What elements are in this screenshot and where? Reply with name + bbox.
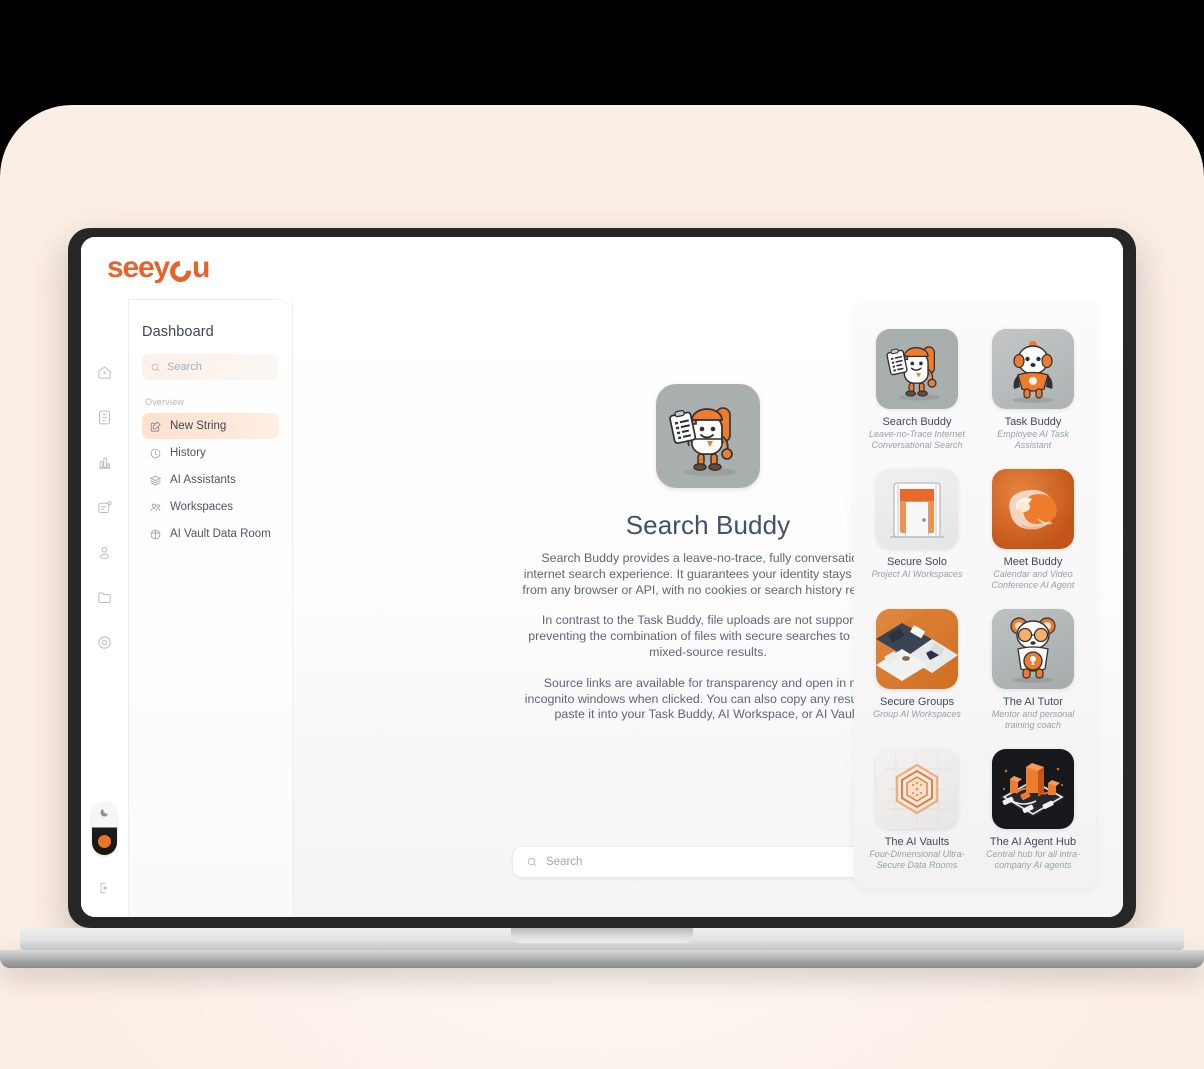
secure-groups-thumb-icon bbox=[876, 609, 958, 689]
app-card-name: Meet Buddy bbox=[1003, 556, 1063, 568]
sidebar-item-label: History bbox=[170, 447, 206, 459]
sidebar-item-history[interactable]: History bbox=[142, 440, 279, 466]
apps-grid: Search Buddy Leave-no-Trace Internet Con… bbox=[868, 329, 1082, 871]
main-search-placeholder: Search bbox=[546, 856, 583, 868]
hero-paragraph-1: Search Buddy provides a leave-no-trace, … bbox=[522, 551, 894, 597]
apps-panel: Search Buddy Leave-no-Trace Internet Con… bbox=[854, 301, 1096, 889]
ai-vaults-thumb-icon bbox=[876, 749, 958, 829]
app-card-name: Task Buddy bbox=[1004, 416, 1062, 428]
app-card-task-buddy[interactable]: Task Buddy Employee AI Task Assistant bbox=[984, 329, 1082, 451]
ai-tutor-thumb-icon bbox=[992, 609, 1074, 689]
edit-square-icon bbox=[149, 420, 162, 433]
meet-buddy-thumb-icon bbox=[992, 469, 1074, 549]
moon-icon bbox=[99, 807, 110, 818]
app-body: Dashboard Search Overview New String His… bbox=[81, 299, 1123, 917]
app-card-ai-tutor[interactable]: The AI Tutor Mentor and personal trainin… bbox=[984, 609, 1082, 731]
clock-icon bbox=[149, 447, 162, 460]
icon-rail bbox=[81, 299, 128, 917]
sidebar-item-workspaces[interactable]: Workspaces bbox=[142, 494, 279, 520]
sidebar-search-placeholder: Search bbox=[167, 361, 202, 373]
app-card-secure-solo[interactable]: Secure Solo Project AI Workspaces bbox=[868, 469, 966, 591]
brand-logo[interactable]: seey u bbox=[107, 251, 210, 286]
theme-toggle[interactable] bbox=[92, 802, 117, 855]
app-card-search-buddy[interactable]: Search Buddy Leave-no-Trace Internet Con… bbox=[868, 329, 966, 451]
sidebar-item-ai-vault-data-room[interactable]: AI Vault Data Room bbox=[142, 521, 279, 547]
screenshot-stage: seey u Dashboard Search Overview New Str… bbox=[0, 0, 1204, 1069]
laptop-screen: seey u Dashboard Search Overview New Str… bbox=[81, 237, 1123, 917]
brand-logo-text-1: seey bbox=[107, 251, 170, 284]
sidebar-item-ai-assistants[interactable]: AI Assistants bbox=[142, 467, 279, 493]
people-icon bbox=[149, 501, 162, 514]
page-title: Dashboard bbox=[142, 324, 214, 340]
app-card-meet-buddy[interactable]: Meet Buddy Calendar and Video Conference… bbox=[984, 469, 1082, 591]
app-card-name: The AI Vaults bbox=[884, 836, 950, 848]
logout-icon[interactable] bbox=[94, 877, 116, 899]
analytics-icon[interactable] bbox=[92, 449, 118, 475]
layers-icon bbox=[149, 474, 162, 487]
dashboard-sidebar: Dashboard Search Overview New String His… bbox=[128, 299, 292, 917]
target-icon[interactable] bbox=[92, 629, 118, 655]
app-card-name: The AI Tutor bbox=[1003, 696, 1063, 708]
hero-paragraph-3: Source links are available for transpare… bbox=[524, 675, 892, 722]
task-buddy-thumb-icon bbox=[992, 329, 1074, 409]
app-card-name: Secure Groups bbox=[880, 696, 954, 708]
folder-icon[interactable] bbox=[92, 584, 118, 610]
app-card-desc: Calendar and Video Conference AI Agent bbox=[991, 569, 1075, 590]
app-card-desc: Project AI Workspaces bbox=[871, 569, 963, 579]
search-buddy-mascot-icon bbox=[656, 384, 760, 488]
ai-agent-hub-thumb-icon bbox=[992, 749, 1074, 829]
app-card-ai-vaults[interactable]: The AI Vaults Four-Dimensional Ultra-Sec… bbox=[868, 749, 966, 871]
document-icon[interactable] bbox=[92, 404, 118, 430]
sidebar-item-label: AI Vault Data Room bbox=[170, 528, 271, 540]
hero-title: Search Buddy bbox=[625, 510, 791, 540]
notes-icon[interactable] bbox=[92, 494, 118, 520]
sidebar-group-label: Overview bbox=[145, 397, 185, 407]
laptop-mockup: seey u Dashboard Search Overview New Str… bbox=[0, 228, 1204, 968]
hero-paragraph-2: In contrast to the Task Buddy, file uplo… bbox=[528, 613, 888, 659]
app-card-desc: Four-Dimensional Ultra-Secure Data Rooms bbox=[869, 849, 965, 870]
rail-bottom-group bbox=[81, 802, 128, 899]
globe-shield-icon bbox=[149, 528, 162, 541]
main-content: Search Buddy Search Buddy provides a lea… bbox=[292, 299, 1123, 917]
app-card-name: The AI Agent Hub bbox=[989, 836, 1077, 848]
search-icon bbox=[151, 363, 160, 371]
sidebar-item-label: New String bbox=[170, 420, 227, 432]
brand-logo-text-2: u bbox=[191, 251, 210, 284]
theme-toggle-knob bbox=[98, 835, 111, 848]
app-card-desc: Leave-no-Trace Internet Conversational S… bbox=[869, 429, 965, 450]
main-search-input[interactable]: Search bbox=[513, 847, 903, 877]
hero-description: Search Buddy provides a leave-no-trace, … bbox=[522, 551, 894, 723]
user-icon[interactable] bbox=[92, 539, 118, 565]
app-card-ai-agent-hub[interactable]: The AI Agent Hub Central hub for all int… bbox=[984, 749, 1082, 871]
search-buddy-thumb-icon bbox=[876, 329, 958, 409]
secure-solo-thumb-icon bbox=[876, 469, 958, 549]
app-card-name: Search Buddy bbox=[882, 416, 952, 428]
application-window: seey u Dashboard Search Overview New Str… bbox=[81, 237, 1123, 917]
app-card-desc: Central hub for all intra-company AI age… bbox=[985, 849, 1081, 870]
laptop-base bbox=[0, 950, 1204, 968]
home-icon[interactable] bbox=[92, 359, 118, 385]
brand-logo-o-ring-icon bbox=[165, 256, 196, 286]
sidebar-item-new-string[interactable]: New String bbox=[142, 413, 279, 439]
sidebar-search-input[interactable]: Search bbox=[142, 354, 279, 380]
app-card-desc: Employee AI Task Assistant bbox=[997, 429, 1069, 450]
sidebar-item-label: Workspaces bbox=[170, 501, 234, 513]
sidebar-item-label: AI Assistants bbox=[170, 474, 236, 486]
laptop-notch bbox=[511, 928, 693, 943]
app-card-name: Secure Solo bbox=[887, 556, 947, 568]
app-card-desc: Mentor and personal training coach bbox=[991, 709, 1075, 730]
app-card-secure-groups[interactable]: Secure Groups Group AI Workspaces bbox=[868, 609, 966, 731]
app-topbar: seey u bbox=[81, 237, 1123, 299]
app-card-desc: Group AI Workspaces bbox=[873, 709, 961, 719]
search-icon bbox=[527, 857, 537, 867]
